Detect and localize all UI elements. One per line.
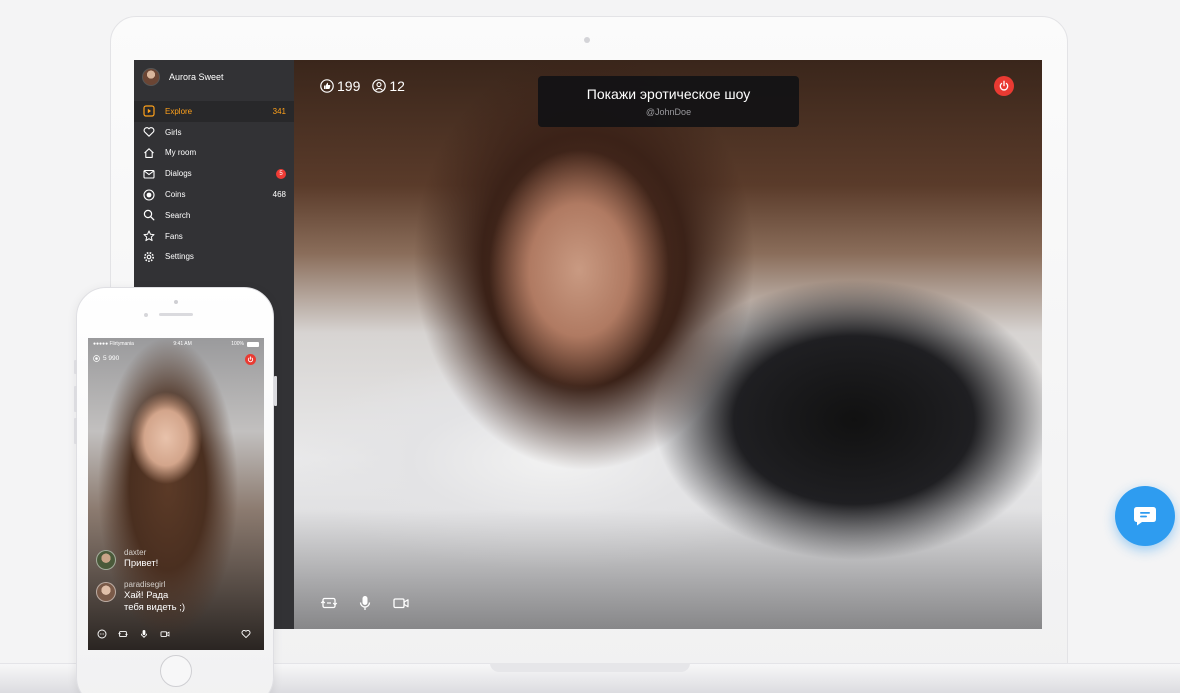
sidebar-item-coins[interactable]: Coins 468 bbox=[134, 184, 294, 205]
switch-camera-icon bbox=[320, 597, 338, 609]
phone-frame: ●●●●● Flirtymania 9:41 AM 100% 5 990 dax… bbox=[74, 287, 277, 693]
phone-power-key bbox=[274, 376, 277, 406]
chat-icon bbox=[1134, 507, 1156, 526]
sidebar-item-fans[interactable]: Fans bbox=[134, 226, 294, 247]
viewers-count: 12 bbox=[389, 78, 405, 94]
sidebar-item-girls[interactable]: Girls bbox=[134, 122, 294, 143]
explore-count: 341 bbox=[272, 106, 286, 116]
status-carrier: ●●●●● Flirtymania bbox=[93, 341, 134, 347]
phone-volume-down bbox=[74, 418, 77, 444]
coins-count: 468 bbox=[272, 190, 286, 200]
switch-camera-button[interactable] bbox=[118, 629, 128, 639]
coin-icon bbox=[93, 355, 100, 362]
phone-mute-switch bbox=[74, 360, 77, 374]
phone-status-bar: ●●●●● Flirtymania 9:41 AM 100% bbox=[88, 338, 264, 350]
sidebar-item-label: Coins bbox=[165, 190, 186, 200]
heart-icon[interactable] bbox=[241, 629, 251, 639]
avatar bbox=[96, 582, 116, 602]
sidebar-item-label: Girls bbox=[165, 127, 182, 137]
chat-bubble-icon bbox=[97, 629, 107, 639]
phone-home-button[interactable] bbox=[160, 655, 192, 687]
sidebar-item-label: Settings bbox=[165, 252, 194, 262]
message-username: @JohnDoe bbox=[645, 107, 692, 117]
sidebar-item-label: Explore bbox=[165, 106, 193, 116]
microphone-button[interactable] bbox=[139, 629, 149, 639]
laptop-base-notch bbox=[490, 663, 690, 672]
microphone-button[interactable] bbox=[356, 594, 374, 612]
status-battery: 100% bbox=[231, 341, 244, 347]
phone-controls bbox=[88, 627, 264, 641]
stream-stats: 199 12 bbox=[320, 78, 417, 94]
sidebar-item-settings[interactable]: Settings bbox=[134, 247, 294, 268]
video-camera-button[interactable] bbox=[160, 629, 170, 639]
sidebar-item-label: My room bbox=[165, 148, 197, 158]
support-chat-button[interactable] bbox=[1115, 486, 1175, 546]
video-camera-icon bbox=[160, 631, 170, 637]
coin-icon bbox=[143, 189, 155, 201]
chat-username: daxter bbox=[124, 548, 147, 557]
video-stream[interactable]: 199 12 Покажи эротическое шоу @JohnDoe bbox=[294, 60, 1042, 629]
search-icon bbox=[143, 209, 155, 221]
video-camera-icon bbox=[393, 598, 409, 609]
phone-coins-value: 5 990 bbox=[103, 355, 120, 362]
video-camera-button[interactable] bbox=[392, 594, 410, 612]
likes-stat: 199 bbox=[320, 78, 360, 94]
status-time: 9:41 AM bbox=[173, 341, 192, 347]
sidebar-item-dialogs[interactable]: Dialogs 5 bbox=[134, 163, 294, 184]
profile-name: Aurora Sweet bbox=[169, 72, 224, 82]
phone-coins: 5 990 bbox=[93, 355, 119, 362]
sidebar-menu: Explore 341 Girls My room Dialogs 5 Coin… bbox=[134, 101, 294, 267]
stream-controls bbox=[320, 594, 428, 612]
sidebar-item-label: Search bbox=[165, 210, 191, 220]
user-icon bbox=[372, 79, 387, 93]
viewers-stat: 12 bbox=[372, 78, 405, 94]
sidebar-item-label: Fans bbox=[165, 231, 183, 241]
phone-volume-up bbox=[74, 386, 77, 412]
phone-speaker bbox=[159, 313, 193, 316]
power-button[interactable] bbox=[994, 76, 1014, 96]
chat-text: Привет! bbox=[124, 558, 159, 569]
avatar bbox=[96, 550, 116, 570]
microphone-icon bbox=[359, 596, 371, 610]
phone-screen[interactable]: ●●●●● Flirtymania 9:41 AM 100% 5 990 dax… bbox=[88, 338, 264, 650]
status-battery-group: 100% bbox=[231, 341, 259, 347]
chat-username: paradisegirl bbox=[124, 580, 166, 589]
sidebar-item-label: Dialogs bbox=[165, 169, 192, 179]
power-icon bbox=[247, 356, 254, 363]
phone-power-button[interactable] bbox=[245, 354, 256, 365]
sidebar-item-my-room[interactable]: My room bbox=[134, 143, 294, 164]
chat-button[interactable] bbox=[97, 629, 107, 639]
thumbs-up-icon bbox=[320, 79, 334, 93]
chat-text: тебя видеть ;) bbox=[124, 602, 186, 613]
power-icon bbox=[999, 80, 1009, 91]
laptop-camera bbox=[584, 37, 590, 43]
switch-camera-button[interactable] bbox=[320, 594, 338, 612]
sidebar-item-explore[interactable]: Explore 341 bbox=[134, 101, 294, 122]
dialogs-badge: 5 bbox=[276, 168, 286, 179]
chat-message: daxter Привет! bbox=[96, 548, 158, 570]
sidebar-item-search[interactable]: Search bbox=[134, 205, 294, 226]
star-icon bbox=[143, 230, 155, 242]
microphone-icon bbox=[140, 630, 148, 638]
avatar bbox=[142, 68, 160, 86]
chat-message-overlay: Покажи эротическое шоу @JohnDoe bbox=[538, 76, 799, 127]
message-text: Покажи эротическое шоу bbox=[586, 86, 751, 102]
profile[interactable]: Aurora Sweet bbox=[134, 60, 294, 94]
mail-icon bbox=[143, 168, 155, 180]
heart-icon bbox=[143, 126, 155, 138]
home-icon bbox=[143, 147, 155, 159]
gear-icon bbox=[143, 251, 155, 263]
chat-message: paradisegirl Хай! Рада тебя видеть ;) bbox=[96, 580, 185, 613]
play-icon bbox=[143, 105, 155, 117]
switch-camera-icon bbox=[118, 631, 128, 638]
phone-camera bbox=[174, 300, 178, 304]
battery-icon bbox=[247, 341, 259, 347]
likes-count: 199 bbox=[337, 78, 361, 94]
phone-sensor bbox=[144, 313, 148, 317]
chat-text: Хай! Рада bbox=[124, 590, 169, 601]
